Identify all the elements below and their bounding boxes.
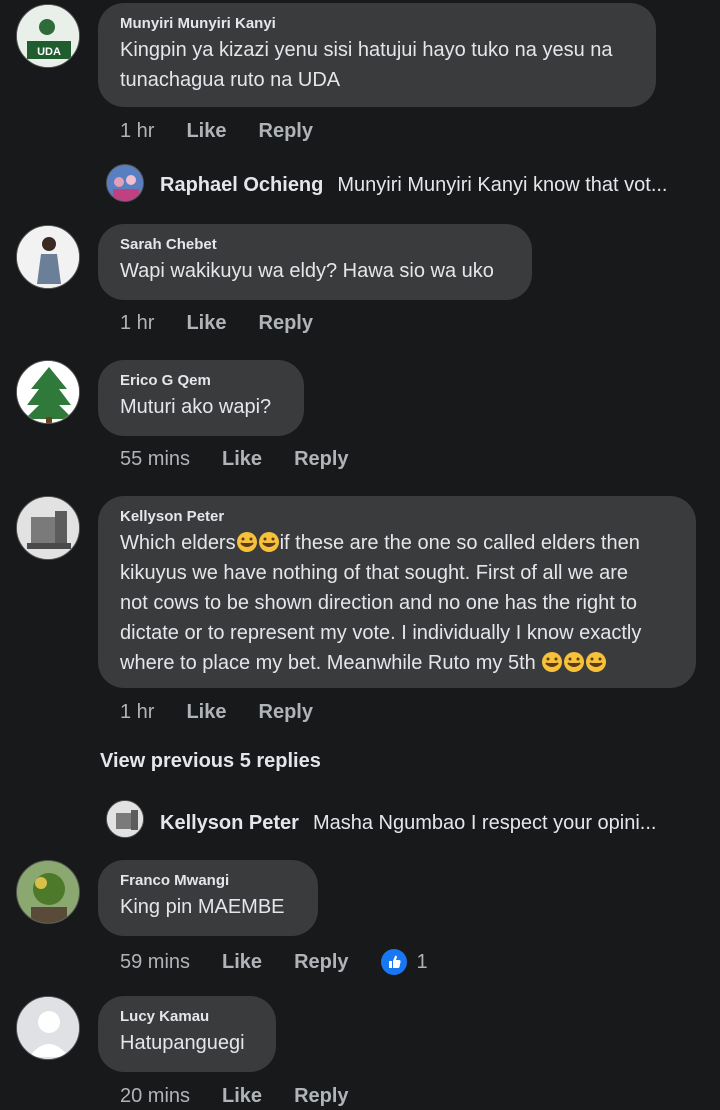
reply-author[interactable]: Kellyson Peter xyxy=(160,812,299,835)
comment-actions: 1 hr Like Reply xyxy=(120,701,345,724)
avatar[interactable] xyxy=(16,496,80,560)
group-photo-icon xyxy=(107,165,143,201)
comment-text-line: where to place my bet. Meanwhile Ruto my… xyxy=(120,652,536,674)
reply-row: Kellyson Peter Masha Ngumbao I respect y… xyxy=(160,812,656,835)
comment-text-line: kikuyus we have nothing of that sought. … xyxy=(120,562,629,584)
comment-text: King pin MAEMBE xyxy=(120,896,285,918)
thumbs-up-icon xyxy=(388,955,401,968)
reply-text[interactable]: Munyiri Munyiri Kanyi know that vot... xyxy=(337,174,667,197)
reply-row: Raphael Ochieng Munyiri Munyiri Kanyi kn… xyxy=(160,174,668,197)
comment-text: Wapi wakikuyu wa eldy? Hawa sio wa uko xyxy=(120,260,494,282)
comment-actions: 20 mins Like Reply xyxy=(120,1085,381,1108)
reply-button[interactable]: Reply xyxy=(294,448,348,471)
person-photo-icon xyxy=(17,226,79,288)
comment-bubble: Franco Mwangi King pin MAEMBE xyxy=(98,860,318,936)
like-button[interactable]: Like xyxy=(222,1085,262,1108)
comment-text: Muturi ako wapi? xyxy=(120,396,272,418)
reply-button[interactable]: Reply xyxy=(259,701,313,724)
comment-text-line: dictate or to represent my vote. I indiv… xyxy=(120,622,642,644)
comment-bubble: Erico G Qem Muturi ako wapi? xyxy=(98,360,304,436)
comment-bubble: Kellyson Peter Which elders if these are … xyxy=(98,496,696,688)
comment-author[interactable]: Munyiri Munyiri Kanyi xyxy=(120,15,634,32)
avatar[interactable] xyxy=(16,225,80,289)
reply-author[interactable]: Raphael Ochieng xyxy=(160,174,323,197)
comment-time[interactable]: 1 hr xyxy=(120,312,154,335)
comment-author[interactable]: Lucy Kamau xyxy=(120,1008,254,1025)
comment-text-line: not cows to be shown direction and no on… xyxy=(120,592,638,614)
comment-bubble: Sarah Chebet Wapi wakikuyu wa eldy? Hawa… xyxy=(98,224,532,300)
comment-actions: 55 mins Like Reply xyxy=(120,448,381,471)
like-button[interactable]: Like xyxy=(222,448,262,471)
comment-text: Kingpin ya kizazi yenu sisi hatujui hayo… xyxy=(120,39,613,91)
rolling-laughing-emoji-icon xyxy=(236,532,257,552)
reply-text[interactable]: Masha Ngumbao I respect your opini... xyxy=(313,812,657,835)
avatar[interactable] xyxy=(16,360,80,424)
avatar[interactable] xyxy=(16,860,80,924)
comment-author[interactable]: Erico G Qem xyxy=(120,372,282,389)
comment-author[interactable]: Franco Mwangi xyxy=(120,872,296,889)
view-previous-replies-link[interactable]: View previous 5 replies xyxy=(100,750,321,773)
avatar[interactable]: UDA xyxy=(16,4,80,68)
like-button[interactable]: Like xyxy=(186,120,226,143)
avatar[interactable] xyxy=(16,996,80,1060)
avatar-badge-text: UDA xyxy=(37,46,61,58)
comment-text-line: Which elders xyxy=(120,532,236,554)
comment-author[interactable]: Kellyson Peter xyxy=(120,508,674,525)
comment-actions: 1 hr Like Reply xyxy=(120,312,345,335)
comment-bubble: Munyiri Munyiri Kanyi Kingpin ya kizazi … xyxy=(98,3,656,107)
avatar[interactable] xyxy=(106,800,144,838)
like-button[interactable]: Like xyxy=(186,701,226,724)
reply-button[interactable]: Reply xyxy=(259,120,313,143)
comment-time[interactable]: 55 mins xyxy=(120,448,190,471)
comment-text: Hatupanguegi xyxy=(120,1032,245,1054)
comment-actions: 59 mins Like Reply 1 xyxy=(120,949,428,975)
default-avatar-icon xyxy=(17,997,79,1059)
comment-actions: 1 hr Like Reply xyxy=(120,120,345,143)
comment-time[interactable]: 1 hr xyxy=(120,701,154,724)
comment-author[interactable]: Sarah Chebet xyxy=(120,236,510,253)
comment-text: Which elders if these are the one so call… xyxy=(120,528,674,678)
reply-button[interactable]: Reply xyxy=(294,951,348,974)
like-button[interactable]: Like xyxy=(186,312,226,335)
avatar[interactable] xyxy=(106,164,144,202)
tree-avatar-icon xyxy=(17,361,79,423)
plant-photo-icon xyxy=(17,861,79,923)
rolling-laughing-emoji-icon xyxy=(258,532,279,552)
reply-button[interactable]: Reply xyxy=(259,312,313,335)
uda-avatar-icon: UDA xyxy=(17,5,79,67)
comment-bubble: Lucy Kamau Hatupanguegi xyxy=(98,996,276,1072)
comment-text-line: if these are the one so called elders th… xyxy=(279,532,640,554)
reply-button[interactable]: Reply xyxy=(294,1085,348,1108)
rolling-laughing-emoji-icon xyxy=(586,652,607,672)
machine-photo-icon xyxy=(107,801,143,837)
comment-time[interactable]: 1 hr xyxy=(120,120,154,143)
rolling-laughing-emoji-icon xyxy=(542,652,563,672)
machine-photo-icon xyxy=(17,497,79,559)
comment-time[interactable]: 59 mins xyxy=(120,951,190,974)
rolling-laughing-emoji-icon xyxy=(564,652,585,672)
like-reaction-icon[interactable] xyxy=(380,949,407,975)
like-button[interactable]: Like xyxy=(222,951,262,974)
comment-time[interactable]: 20 mins xyxy=(120,1085,190,1108)
reaction-count: 1 xyxy=(416,950,428,973)
